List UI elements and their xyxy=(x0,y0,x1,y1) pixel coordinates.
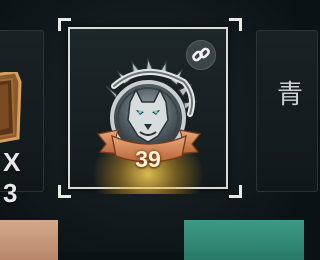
selection-corner-bottom-left xyxy=(58,185,71,198)
item-card-right-label: 青 xyxy=(277,80,304,110)
bottom-tab-right[interactable] xyxy=(184,220,304,260)
item-quantity: X 3 xyxy=(3,147,22,208)
bottom-tab-left[interactable] xyxy=(0,220,58,260)
selection-corner-top-left xyxy=(58,18,71,31)
level-number: 39 xyxy=(135,146,161,172)
shield-item-icon xyxy=(0,72,22,143)
item-card-right[interactable] xyxy=(256,30,318,192)
selection-corner-bottom-right xyxy=(229,185,242,198)
selection-corner-top-right xyxy=(229,18,242,31)
